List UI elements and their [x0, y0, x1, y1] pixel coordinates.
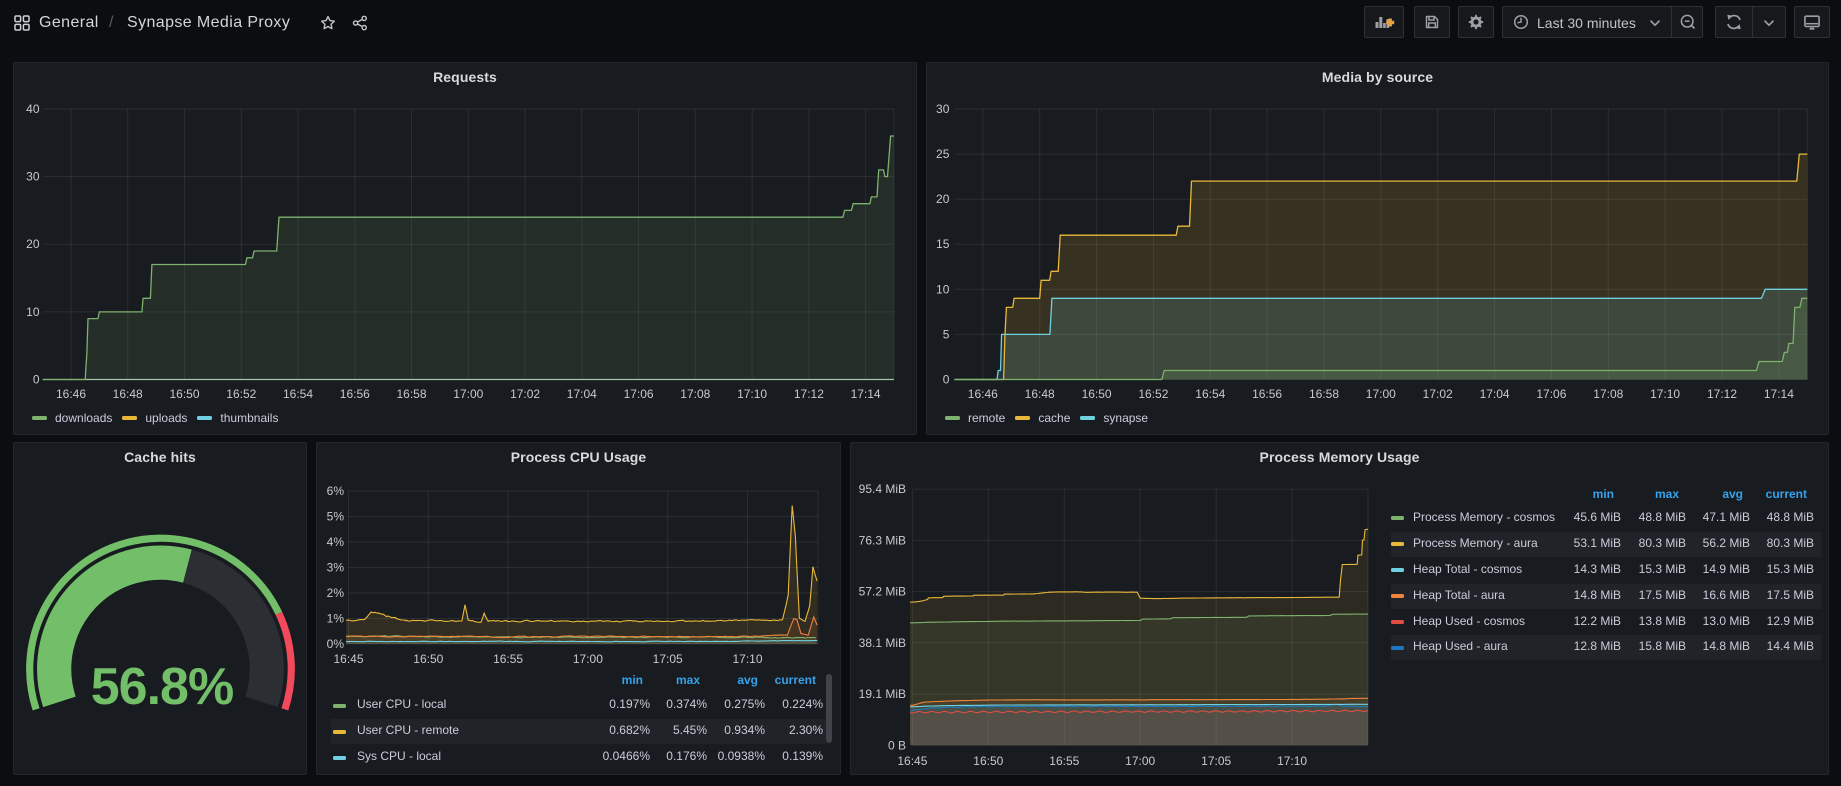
svg-text:17:00: 17:00 [453, 387, 483, 401]
svg-text:17:00: 17:00 [1366, 387, 1396, 401]
svg-text:6%: 6% [327, 484, 345, 498]
svg-text:17:02: 17:02 [510, 387, 540, 401]
svg-text:17:10: 17:10 [1650, 387, 1680, 401]
svg-text:5%: 5% [327, 510, 345, 524]
svg-text:17:12: 17:12 [1707, 387, 1737, 401]
svg-text:17:00: 17:00 [573, 652, 603, 666]
svg-text:17:04: 17:04 [1480, 387, 1510, 401]
svg-text:57.2 MiB: 57.2 MiB [859, 585, 906, 599]
svg-text:17:10: 17:10 [737, 387, 767, 401]
svg-text:17:14: 17:14 [851, 387, 881, 401]
svg-text:0%: 0% [327, 637, 345, 651]
svg-text:17:02: 17:02 [1423, 387, 1453, 401]
svg-text:16:45: 16:45 [897, 754, 927, 768]
svg-text:17:10: 17:10 [1277, 754, 1307, 768]
svg-text:10: 10 [26, 305, 40, 319]
svg-text:16:50: 16:50 [973, 754, 1003, 768]
svg-text:17:05: 17:05 [1201, 754, 1231, 768]
svg-text:17:14: 17:14 [1764, 387, 1794, 401]
svg-text:16:55: 16:55 [493, 652, 523, 666]
svg-text:16:52: 16:52 [226, 387, 256, 401]
svg-text:16:54: 16:54 [283, 387, 313, 401]
svg-text:16:58: 16:58 [1309, 387, 1339, 401]
svg-text:0: 0 [33, 373, 40, 387]
svg-text:15: 15 [936, 237, 950, 251]
svg-text:17:04: 17:04 [567, 387, 597, 401]
svg-text:17:10: 17:10 [732, 652, 762, 666]
svg-text:16:46: 16:46 [968, 387, 998, 401]
svg-text:17:12: 17:12 [794, 387, 824, 401]
svg-text:17:08: 17:08 [680, 387, 710, 401]
svg-text:16:58: 16:58 [396, 387, 426, 401]
svg-text:16:50: 16:50 [1082, 387, 1112, 401]
svg-text:25: 25 [936, 147, 950, 161]
svg-text:16:48: 16:48 [1025, 387, 1055, 401]
svg-text:2%: 2% [327, 586, 345, 600]
svg-text:76.3 MiB: 76.3 MiB [859, 533, 906, 547]
svg-text:95.4 MiB: 95.4 MiB [859, 482, 906, 496]
svg-text:16:48: 16:48 [113, 387, 143, 401]
svg-text:17:00: 17:00 [1125, 754, 1155, 768]
svg-text:16:46: 16:46 [56, 387, 86, 401]
svg-text:30: 30 [26, 170, 40, 184]
svg-text:16:56: 16:56 [1252, 387, 1282, 401]
svg-text:16:54: 16:54 [1195, 387, 1225, 401]
svg-text:10: 10 [936, 282, 950, 296]
svg-text:16:56: 16:56 [340, 387, 370, 401]
svg-text:56.8%: 56.8% [91, 658, 233, 716]
svg-text:3%: 3% [327, 561, 345, 575]
svg-text:16:55: 16:55 [1049, 754, 1079, 768]
svg-text:17:08: 17:08 [1593, 387, 1623, 401]
svg-text:17:06: 17:06 [1536, 387, 1566, 401]
svg-text:17:06: 17:06 [624, 387, 654, 401]
svg-text:19.1 MiB: 19.1 MiB [859, 687, 906, 701]
svg-text:20: 20 [936, 192, 950, 206]
svg-text:4%: 4% [327, 535, 345, 549]
svg-text:5: 5 [943, 327, 950, 341]
svg-text:16:52: 16:52 [1138, 387, 1168, 401]
svg-text:0 B: 0 B [888, 738, 906, 752]
svg-text:38.1 MiB: 38.1 MiB [859, 636, 906, 650]
svg-text:16:50: 16:50 [169, 387, 199, 401]
svg-text:1%: 1% [327, 612, 345, 626]
svg-text:40: 40 [26, 102, 40, 116]
svg-text:0: 0 [943, 373, 950, 387]
svg-text:20: 20 [26, 237, 40, 251]
svg-text:16:50: 16:50 [413, 652, 443, 666]
svg-text:16:45: 16:45 [333, 652, 363, 666]
svg-text:17:05: 17:05 [653, 652, 683, 666]
svg-text:30: 30 [936, 102, 950, 116]
